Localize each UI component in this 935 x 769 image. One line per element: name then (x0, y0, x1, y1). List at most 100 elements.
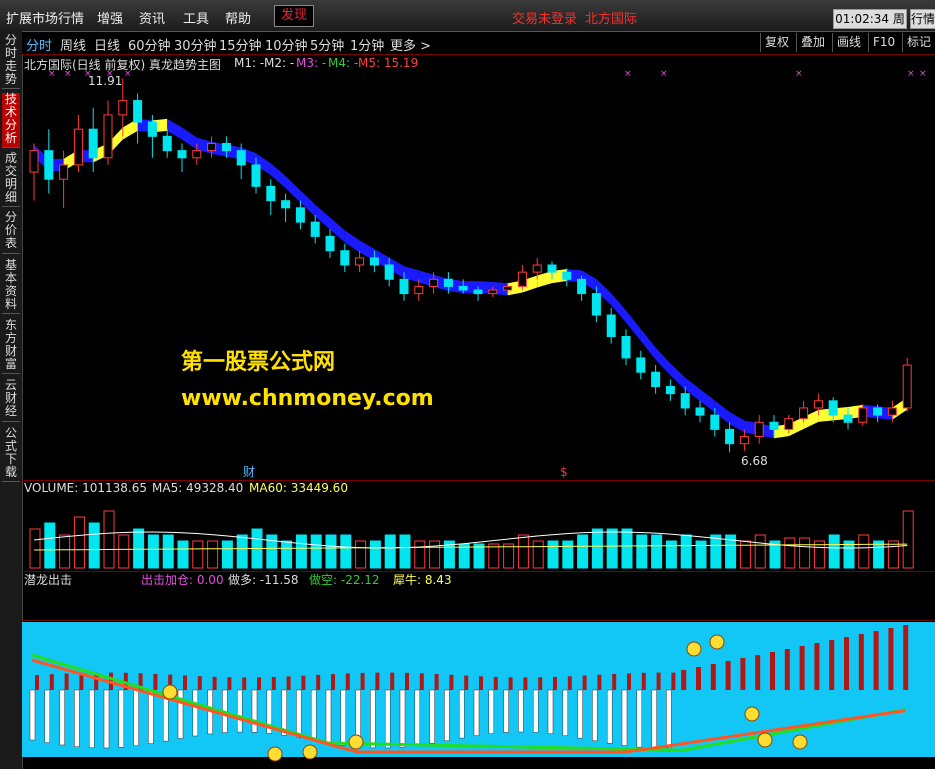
indicator-bull-bar (696, 667, 701, 690)
indicator-bear-bar (458, 689, 465, 739)
indicator-bull-bar (844, 637, 849, 690)
indicator-bear-bar (59, 689, 65, 746)
indicator-small-bar (523, 677, 528, 690)
indicator-small-bar (257, 677, 261, 690)
smiley-icon (686, 641, 702, 657)
indicator-bull-bar (799, 646, 805, 690)
indicator-bear-bar (606, 689, 613, 744)
indicator-bear-bar (88, 689, 95, 749)
indicator-bear-bar (296, 689, 302, 739)
indicator-bull-bar (858, 634, 864, 690)
indicator-bear-bar (148, 689, 154, 744)
indicator-bear-bar (399, 689, 406, 748)
indicator-bull-bar (770, 652, 775, 690)
indicator-bear-bar (310, 689, 317, 741)
indicator-small-bar (197, 676, 202, 690)
indicator-bear-bar (532, 689, 539, 733)
indicator-bear-bar (340, 689, 347, 746)
indicator-bull-bar (681, 670, 687, 690)
indicator-bear-bar (562, 689, 569, 736)
indicator-small-bar (316, 674, 321, 690)
indicator-bear-bar (592, 689, 598, 742)
smiley-icon (162, 684, 178, 700)
indicator-small-bar (641, 672, 646, 690)
indicator-bear-bar (444, 689, 450, 741)
indicator-bull-bar (903, 625, 909, 690)
indicator-bear-bar (621, 689, 628, 746)
indicator-bear-bar (636, 689, 643, 748)
smiley-icon (757, 732, 773, 748)
indicator-small-bar (449, 674, 454, 690)
indicator-bear-bar (251, 689, 258, 733)
indicator-bull-bar (814, 643, 820, 690)
indicator-small-bar (553, 676, 557, 690)
indicator-bear-bar (133, 689, 139, 747)
indicator-small-bar (375, 672, 380, 690)
indicator-bear-bar (370, 689, 376, 749)
indicator-bear-bar (103, 689, 110, 749)
indicator-bull-bar (784, 649, 790, 690)
indicator-small-bar (301, 675, 306, 690)
indicator-bull-bar (873, 631, 879, 690)
indicator-bear-bar (414, 689, 421, 746)
indicator-bear-bar (29, 689, 36, 741)
indicator-bear-bar (547, 689, 554, 734)
indicator-bear-bar (74, 689, 80, 747)
indicator-small-bar (538, 677, 543, 690)
indicator-bear-bar (192, 689, 199, 737)
indicator-bear-bar (473, 689, 480, 736)
smiley-icon (267, 746, 283, 762)
indicator-bull-bar (740, 658, 746, 690)
indicator-bear-bar (118, 689, 125, 748)
indicator-chart[interactable] (0, 0, 935, 769)
indicator-small-bar (227, 677, 232, 690)
indicator-bear-bar (384, 689, 391, 749)
indicator-small-bar (493, 676, 498, 690)
indicator-small-bar (153, 673, 158, 690)
indicator-bear-bar (518, 689, 524, 733)
indicator-bull-bar (710, 664, 716, 690)
indicator-bull-bar (829, 640, 835, 690)
indicator-small-bar (419, 673, 424, 690)
indicator-bear-bar (488, 689, 495, 734)
smiley-icon (744, 706, 760, 722)
indicator-bull-bar (888, 628, 894, 690)
indicator-small-bar (597, 674, 602, 690)
indicator-small-bar (508, 677, 513, 690)
indicator-small-bar (286, 676, 291, 690)
indicator-small-bar (464, 675, 469, 690)
indicator-bear-bar (666, 689, 672, 749)
smiley-icon (792, 734, 808, 750)
smiley-icon (348, 734, 364, 750)
indicator-small-bar (360, 672, 365, 690)
indicator-small-bar (671, 672, 676, 690)
indicator-bull-bar (755, 655, 761, 690)
indicator-bear-bar (325, 689, 332, 744)
indicator-small-bar (49, 674, 54, 690)
indicator-small-bar (627, 673, 631, 690)
indicator-small-bar (271, 676, 276, 690)
indicator-bear-bar (503, 689, 509, 733)
indicator-small-bar (35, 675, 39, 690)
indicator-small-bar (582, 675, 587, 690)
indicator-small-bar (390, 672, 395, 690)
indicator-small-bar (405, 672, 409, 690)
indicator-bull-bar (725, 661, 731, 690)
indicator-bear-bar (44, 689, 51, 743)
indicator-bear-bar (651, 689, 657, 749)
indicator-small-bar (567, 676, 572, 690)
indicator-small-bar (612, 673, 617, 690)
indicator-small-bar (183, 675, 187, 690)
indicator-small-bar (64, 673, 69, 690)
indicator-bear-bar (577, 689, 583, 739)
smiley-icon (302, 744, 318, 760)
indicator-small-bar (434, 674, 439, 690)
indicator-small-bar (212, 676, 217, 690)
smiley-icon (709, 634, 725, 650)
indicator-small-bar (479, 676, 483, 690)
indicator-bear-bar (236, 689, 243, 733)
indicator-bear-bar (429, 689, 435, 744)
indicator-small-bar (345, 673, 350, 690)
indicator-small-bar (331, 674, 335, 690)
indicator-small-bar (242, 677, 247, 690)
